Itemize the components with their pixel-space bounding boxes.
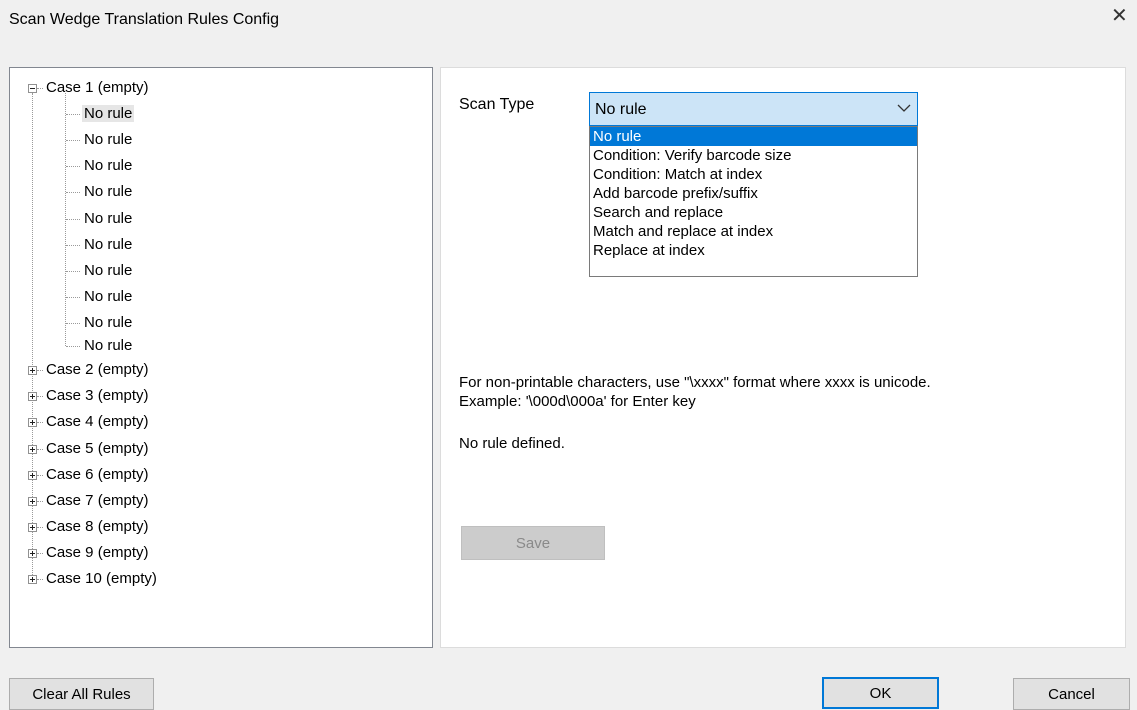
tree-connector (66, 271, 80, 272)
tree-rule-label: No rule (84, 210, 133, 227)
tree-rule-9[interactable]: No rule (82, 311, 134, 335)
help-line-2: Example: '\000d\000a' for Enter key (459, 393, 696, 410)
tree-connector (37, 422, 43, 423)
tree-case-label: Case 2 (empty) (46, 361, 149, 378)
tree-case-2[interactable]: Case 2 (empty) (44, 358, 151, 382)
tree-connector (66, 219, 80, 220)
expand-icon[interactable] (28, 366, 37, 375)
tree-connector (66, 297, 80, 298)
tree-rule-label: No rule (84, 183, 133, 200)
option-match-at-index[interactable]: Condition: Match at index (590, 165, 917, 184)
rule-status: No rule defined. (459, 435, 565, 452)
tree-case-label: Case 8 (empty) (46, 518, 149, 535)
scan-type-options: No rule Condition: Verify barcode size C… (589, 126, 918, 277)
tree-rule-1[interactable]: No rule (82, 102, 135, 126)
tree-case-3[interactable]: Case 3 (empty) (44, 384, 151, 408)
expand-icon[interactable] (28, 418, 37, 427)
tree-case-label: Case 5 (empty) (46, 440, 149, 457)
scan-type-label: Scan Type (459, 96, 535, 113)
tree-rule-label: No rule (84, 262, 133, 279)
expand-icon[interactable] (28, 471, 37, 480)
tree-case-label: Case 9 (empty) (46, 544, 149, 561)
unicode-help-text: For non-printable characters, use "\xxxx… (459, 373, 931, 411)
tree-rule-label: No rule (84, 131, 133, 148)
tree-connector (66, 114, 80, 115)
tree-case-label: Case 3 (empty) (46, 387, 149, 404)
clear-all-rules-button[interactable]: Clear All Rules (9, 678, 154, 710)
expand-icon[interactable] (28, 549, 37, 558)
tree-connector (66, 192, 80, 193)
expand-icon[interactable] (28, 497, 37, 506)
option-verify-barcode-size[interactable]: Condition: Verify barcode size (590, 146, 917, 165)
tree-case-8[interactable]: Case 8 (empty) (44, 515, 151, 539)
tree-rule-label: No rule (84, 337, 133, 354)
tree-rule-3[interactable]: No rule (82, 154, 134, 178)
tree-connector (66, 166, 80, 167)
tree-connector (37, 553, 43, 554)
tree-rule-4[interactable]: No rule (82, 180, 134, 204)
expand-icon[interactable] (28, 445, 37, 454)
tree-case-label: Case 10 (empty) (46, 570, 157, 587)
tree-case-9[interactable]: Case 9 (empty) (44, 541, 151, 565)
tree-rule-label: No rule (82, 105, 135, 122)
tree-case-label: Case 7 (empty) (46, 492, 149, 509)
tree-case-7[interactable]: Case 7 (empty) (44, 489, 151, 513)
tree-case-label: Case 1 (empty) (46, 79, 149, 96)
chevron-down-icon (897, 104, 911, 112)
tree-rule-5[interactable]: No rule (82, 207, 134, 231)
close-icon[interactable]: ✕ (1111, 6, 1128, 26)
tree-rule-label: No rule (84, 288, 133, 305)
tree-connector (37, 527, 43, 528)
scan-type-dropdown[interactable]: No rule (589, 92, 918, 126)
option-search-and-replace[interactable]: Search and replace (590, 203, 917, 222)
rules-tree[interactable]: Case 1 (empty) No rule No rule No rule N… (9, 67, 433, 648)
tree-rule-8[interactable]: No rule (82, 285, 134, 309)
tree-connector (37, 501, 43, 502)
option-no-rule[interactable]: No rule (590, 127, 917, 146)
tree-connector (66, 323, 80, 324)
tree-rule-7[interactable]: No rule (82, 259, 134, 283)
tree-case-5[interactable]: Case 5 (empty) (44, 437, 151, 461)
tree-connector (37, 370, 43, 371)
tree-connector (37, 88, 43, 89)
option-replace-at-index[interactable]: Replace at index (590, 241, 917, 260)
collapse-icon[interactable] (28, 84, 37, 93)
expand-icon[interactable] (28, 575, 37, 584)
tree-case-label: Case 6 (empty) (46, 466, 149, 483)
expand-icon[interactable] (28, 523, 37, 532)
scan-type-value: No rule (595, 101, 647, 118)
tree-case-1[interactable]: Case 1 (empty) (44, 76, 151, 100)
tree-case-4[interactable]: Case 4 (empty) (44, 410, 151, 434)
option-add-prefix-suffix[interactable]: Add barcode prefix/suffix (590, 184, 917, 203)
tree-rule-label: No rule (84, 157, 133, 174)
window-title: Scan Wedge Translation Rules Config (9, 11, 280, 28)
tree-connector (37, 579, 43, 580)
tree-connector (66, 346, 80, 347)
tree-connector (37, 449, 43, 450)
tree-case-6[interactable]: Case 6 (empty) (44, 463, 151, 487)
tree-rule-label: No rule (84, 236, 133, 253)
tree-rule-2[interactable]: No rule (82, 128, 134, 152)
tree-connector (66, 140, 80, 141)
tree-connector (37, 475, 43, 476)
help-line-1: For non-printable characters, use "\xxxx… (459, 374, 931, 391)
cancel-button[interactable]: Cancel (1013, 678, 1130, 710)
expand-icon[interactable] (28, 392, 37, 401)
tree-rule-6[interactable]: No rule (82, 233, 134, 257)
tree-rule-10[interactable]: No rule (82, 334, 134, 358)
option-match-and-replace-at-index[interactable]: Match and replace at index (590, 222, 917, 241)
tree-case-10[interactable]: Case 10 (empty) (44, 567, 159, 591)
tree-rule-label: No rule (84, 314, 133, 331)
save-button[interactable]: Save (461, 526, 605, 560)
tree-connector (66, 245, 80, 246)
tree-case-label: Case 4 (empty) (46, 413, 149, 430)
tree-connector (37, 396, 43, 397)
ok-button[interactable]: OK (822, 677, 939, 709)
